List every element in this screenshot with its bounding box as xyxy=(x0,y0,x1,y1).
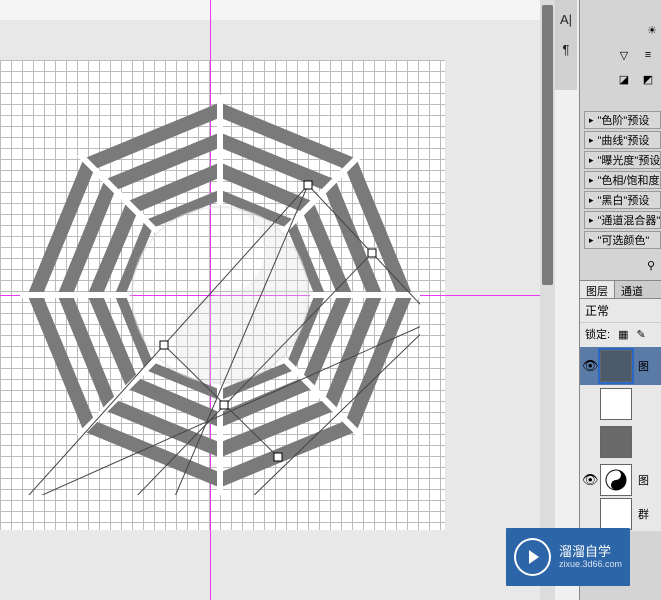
lock-pixels-icon[interactable]: ▦ xyxy=(618,328,628,341)
preset-levels[interactable]: ▸ "色阶"预设 xyxy=(584,111,661,129)
character-paragraph-toggle: A| ¶ xyxy=(555,0,577,90)
preset-label: "黑白"预设 xyxy=(598,192,650,208)
right-panel: ☀ ▽ ≡ ◪ ◩ ▸ "色阶"预设 ▸ "曲线"预设 ▸ "曝光度"预设 ▸ "色相/… xyxy=(579,0,661,600)
layer-row-3[interactable] xyxy=(580,423,661,461)
panel-tabs: 图层 通道 xyxy=(580,280,661,299)
canvas-area[interactable] xyxy=(0,0,540,600)
watermark-logo: 溜溜自学 zixue.3d66.com xyxy=(506,528,630,586)
triangle-icon[interactable]: ▽ xyxy=(615,47,633,63)
vertical-guide[interactable] xyxy=(210,0,211,600)
blend-mode-select[interactable]: 正常 xyxy=(580,299,661,322)
layer-list: 👁 图 👁 图 群 xyxy=(580,345,661,531)
yinyang-icon xyxy=(604,468,628,492)
adjustment-preset-list: ▸ "色阶"预设 ▸ "曲线"预设 ▸ "曝光度"预设 ▸ "色相/饱和度"预设 ▸ "黑… xyxy=(580,111,661,249)
swatch-icon-1[interactable]: ◪ xyxy=(615,71,633,87)
layer-row-1[interactable]: 👁 图 xyxy=(580,347,661,385)
layer-label: 图 xyxy=(638,472,649,488)
character-panel-icon[interactable]: A| xyxy=(557,10,575,28)
tab-layers[interactable]: 图层 xyxy=(580,281,615,298)
preset-label: "曲线"预设 xyxy=(598,132,650,148)
preset-label: "色阶"预设 xyxy=(598,112,650,128)
vertical-scrollbar[interactable] xyxy=(540,0,555,600)
tab-channels[interactable]: 通道 xyxy=(615,281,649,298)
layer-group-row[interactable]: 群 xyxy=(580,499,661,529)
layer-thumbnail[interactable] xyxy=(600,388,632,420)
lock-brush-icon[interactable]: ✎ xyxy=(636,328,645,341)
layer-thumbnail[interactable] xyxy=(600,426,632,458)
preset-label: "可选颜色" xyxy=(598,232,650,248)
watermark-subtitle: zixue.3d66.com xyxy=(559,559,622,570)
chevron-right-icon: ▸ xyxy=(589,215,594,226)
layer-label: 图 xyxy=(638,358,649,374)
chevron-right-icon: ▸ xyxy=(589,115,594,126)
lock-label: 锁定: xyxy=(585,326,610,342)
preset-label: "色相/饱和度"预设 xyxy=(598,172,661,188)
preset-label: "曝光度"预设 xyxy=(598,152,661,168)
brightness-contrast-icon[interactable]: ☀ xyxy=(647,24,657,37)
layer-thumbnail[interactable] xyxy=(600,350,632,382)
search-icon[interactable]: ⚲ xyxy=(647,259,655,272)
chevron-right-icon: ▸ xyxy=(589,175,594,186)
visibility-toggle[interactable]: 👁 xyxy=(582,472,598,488)
visibility-toggle[interactable]: 👁 xyxy=(582,358,598,374)
group-label: 群 xyxy=(638,506,649,522)
paragraph-panel-icon[interactable]: ¶ xyxy=(557,40,575,58)
preset-curves[interactable]: ▸ "曲线"预设 xyxy=(584,131,661,149)
horizontal-guide[interactable] xyxy=(0,295,540,296)
layer-row-4[interactable]: 👁 图 xyxy=(580,461,661,499)
preset-exposure[interactable]: ▸ "曝光度"预设 xyxy=(584,151,661,169)
scrollbar-thumb[interactable] xyxy=(542,5,553,285)
layer-thumbnail[interactable] xyxy=(600,464,632,496)
preset-channel-mixer[interactable]: ▸ "通道混合器" xyxy=(584,211,661,229)
chevron-right-icon: ▸ xyxy=(589,155,594,166)
swatch-icon-2[interactable]: ◩ xyxy=(639,71,657,87)
preset-bw[interactable]: ▸ "黑白"预设 xyxy=(584,191,661,209)
watermark-title: 溜溜自学 xyxy=(559,544,622,560)
chevron-right-icon: ▸ xyxy=(589,235,594,246)
play-circle-icon xyxy=(514,538,551,576)
chevron-right-icon: ▸ xyxy=(589,135,594,146)
bars-icon[interactable]: ≡ xyxy=(639,47,657,63)
chevron-right-icon: ▸ xyxy=(589,195,594,206)
group-thumbnail[interactable] xyxy=(600,498,632,530)
lock-row: 锁定: ▦ ✎ xyxy=(580,322,661,345)
preset-selective-color[interactable]: ▸ "可选颜色" xyxy=(584,231,661,249)
preset-hue-sat[interactable]: ▸ "色相/饱和度"预设 xyxy=(584,171,661,189)
layer-row-2[interactable] xyxy=(580,385,661,423)
preset-label: "通道混合器" xyxy=(598,212,661,228)
